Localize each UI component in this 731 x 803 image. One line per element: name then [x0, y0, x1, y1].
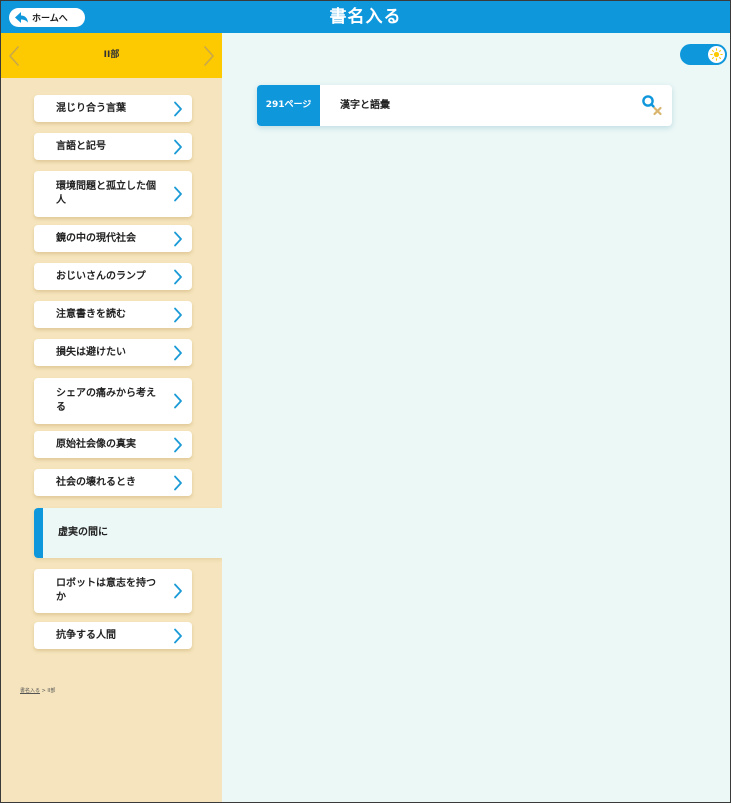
- sun-icon: [710, 48, 723, 61]
- chevron-right-icon[interactable]: [202, 45, 216, 67]
- chapter-item-label: ロボットは意志を持つか: [56, 578, 156, 603]
- chevron-right-icon: [174, 583, 182, 599]
- chapter-item-label: 虚実の間に: [58, 527, 108, 538]
- chevron-right-icon: [174, 186, 182, 202]
- chapter-item[interactable]: 鏡の中の現代社会: [34, 225, 192, 252]
- part-selector: II部: [1, 33, 222, 78]
- chapter-item[interactable]: シェアの痛みから考える: [34, 378, 192, 424]
- chapter-item-active[interactable]: 虚実の間に: [34, 508, 222, 558]
- arrow-back-icon: [15, 12, 28, 23]
- active-indicator: [34, 508, 43, 558]
- chapter-item[interactable]: 抗争する人間: [34, 622, 192, 649]
- chapter-item-label: 鏡の中の現代社会: [56, 232, 136, 244]
- header-bar: 書名入る ホームへ: [1, 1, 730, 33]
- chapter-item-label: 損失は避けたい: [56, 346, 126, 358]
- chapter-item-label: 社会の壊れるとき: [56, 476, 136, 488]
- chevron-right-icon: [174, 437, 182, 452]
- chapter-item[interactable]: 損失は避けたい: [34, 339, 192, 366]
- chevron-right-icon: [174, 628, 182, 643]
- display-toggle[interactable]: [680, 44, 727, 65]
- breadcrumb-current: II部: [47, 688, 56, 694]
- home-button[interactable]: ホームへ: [9, 8, 85, 27]
- main-panel: 291ページ 漢字と語彙: [222, 33, 730, 802]
- chevron-right-icon: [174, 231, 182, 246]
- chapter-item-label: 混じり合う言葉: [56, 102, 126, 114]
- result-title: 漢字と語彙: [340, 100, 390, 111]
- chapter-item-label: 環境問題と孤立した個人: [56, 181, 156, 206]
- chevron-right-icon: [174, 139, 182, 154]
- chevron-right-icon: [174, 101, 182, 116]
- chevron-right-icon: [174, 307, 182, 322]
- chapter-item[interactable]: ロボットは意志を持つか: [34, 569, 192, 613]
- chapter-item-label: シェアの痛みから考える: [56, 388, 156, 413]
- chapter-item[interactable]: 言語と記号: [34, 133, 192, 160]
- chapter-item-label: 抗争する人間: [56, 629, 116, 641]
- result-row[interactable]: 291ページ 漢字と語彙: [257, 85, 672, 126]
- chapter-item[interactable]: 社会の壊れるとき: [34, 469, 192, 496]
- home-button-label: ホームへ: [32, 14, 68, 24]
- page-title: 書名入る: [329, 7, 402, 27]
- chapter-item-label: 原始社会像の真実: [56, 438, 136, 450]
- chapter-item-label: 注意書きを読む: [56, 308, 126, 320]
- toggle-knob: [708, 46, 725, 63]
- chapter-item[interactable]: 原始社会像の真実: [34, 431, 192, 458]
- chapter-item-label: 言語と記号: [56, 140, 106, 152]
- search-close-icon[interactable]: [640, 94, 664, 118]
- page-number-badge: 291ページ: [257, 85, 320, 126]
- breadcrumb: 書名入る > II部: [20, 687, 55, 694]
- chapter-item[interactable]: 混じり合う言葉: [34, 95, 192, 122]
- chevron-right-icon: [174, 269, 182, 284]
- part-label: II部: [103, 50, 120, 60]
- sidebar: II部 混じり合う言葉 言語と記号環境問題と孤立した個人鏡の中の現代社会 おじいさん…: [1, 33, 222, 802]
- breadcrumb-link-book[interactable]: 書名入る: [20, 688, 40, 694]
- chevron-right-icon: [174, 475, 182, 490]
- app-window: 書名入る ホームへ II部 混じり合う言葉 言語と記号環境問題と孤立した個人鏡の中…: [0, 0, 731, 803]
- chapter-item[interactable]: 注意書きを読む: [34, 301, 192, 328]
- chapter-item[interactable]: 環境問題と孤立した個人: [34, 171, 192, 217]
- chapter-item[interactable]: おじいさんのランプ: [34, 263, 192, 290]
- chevron-right-icon: [174, 393, 182, 409]
- chapter-item-label: おじいさんのランプ: [56, 270, 146, 282]
- chevron-right-icon: [174, 345, 182, 360]
